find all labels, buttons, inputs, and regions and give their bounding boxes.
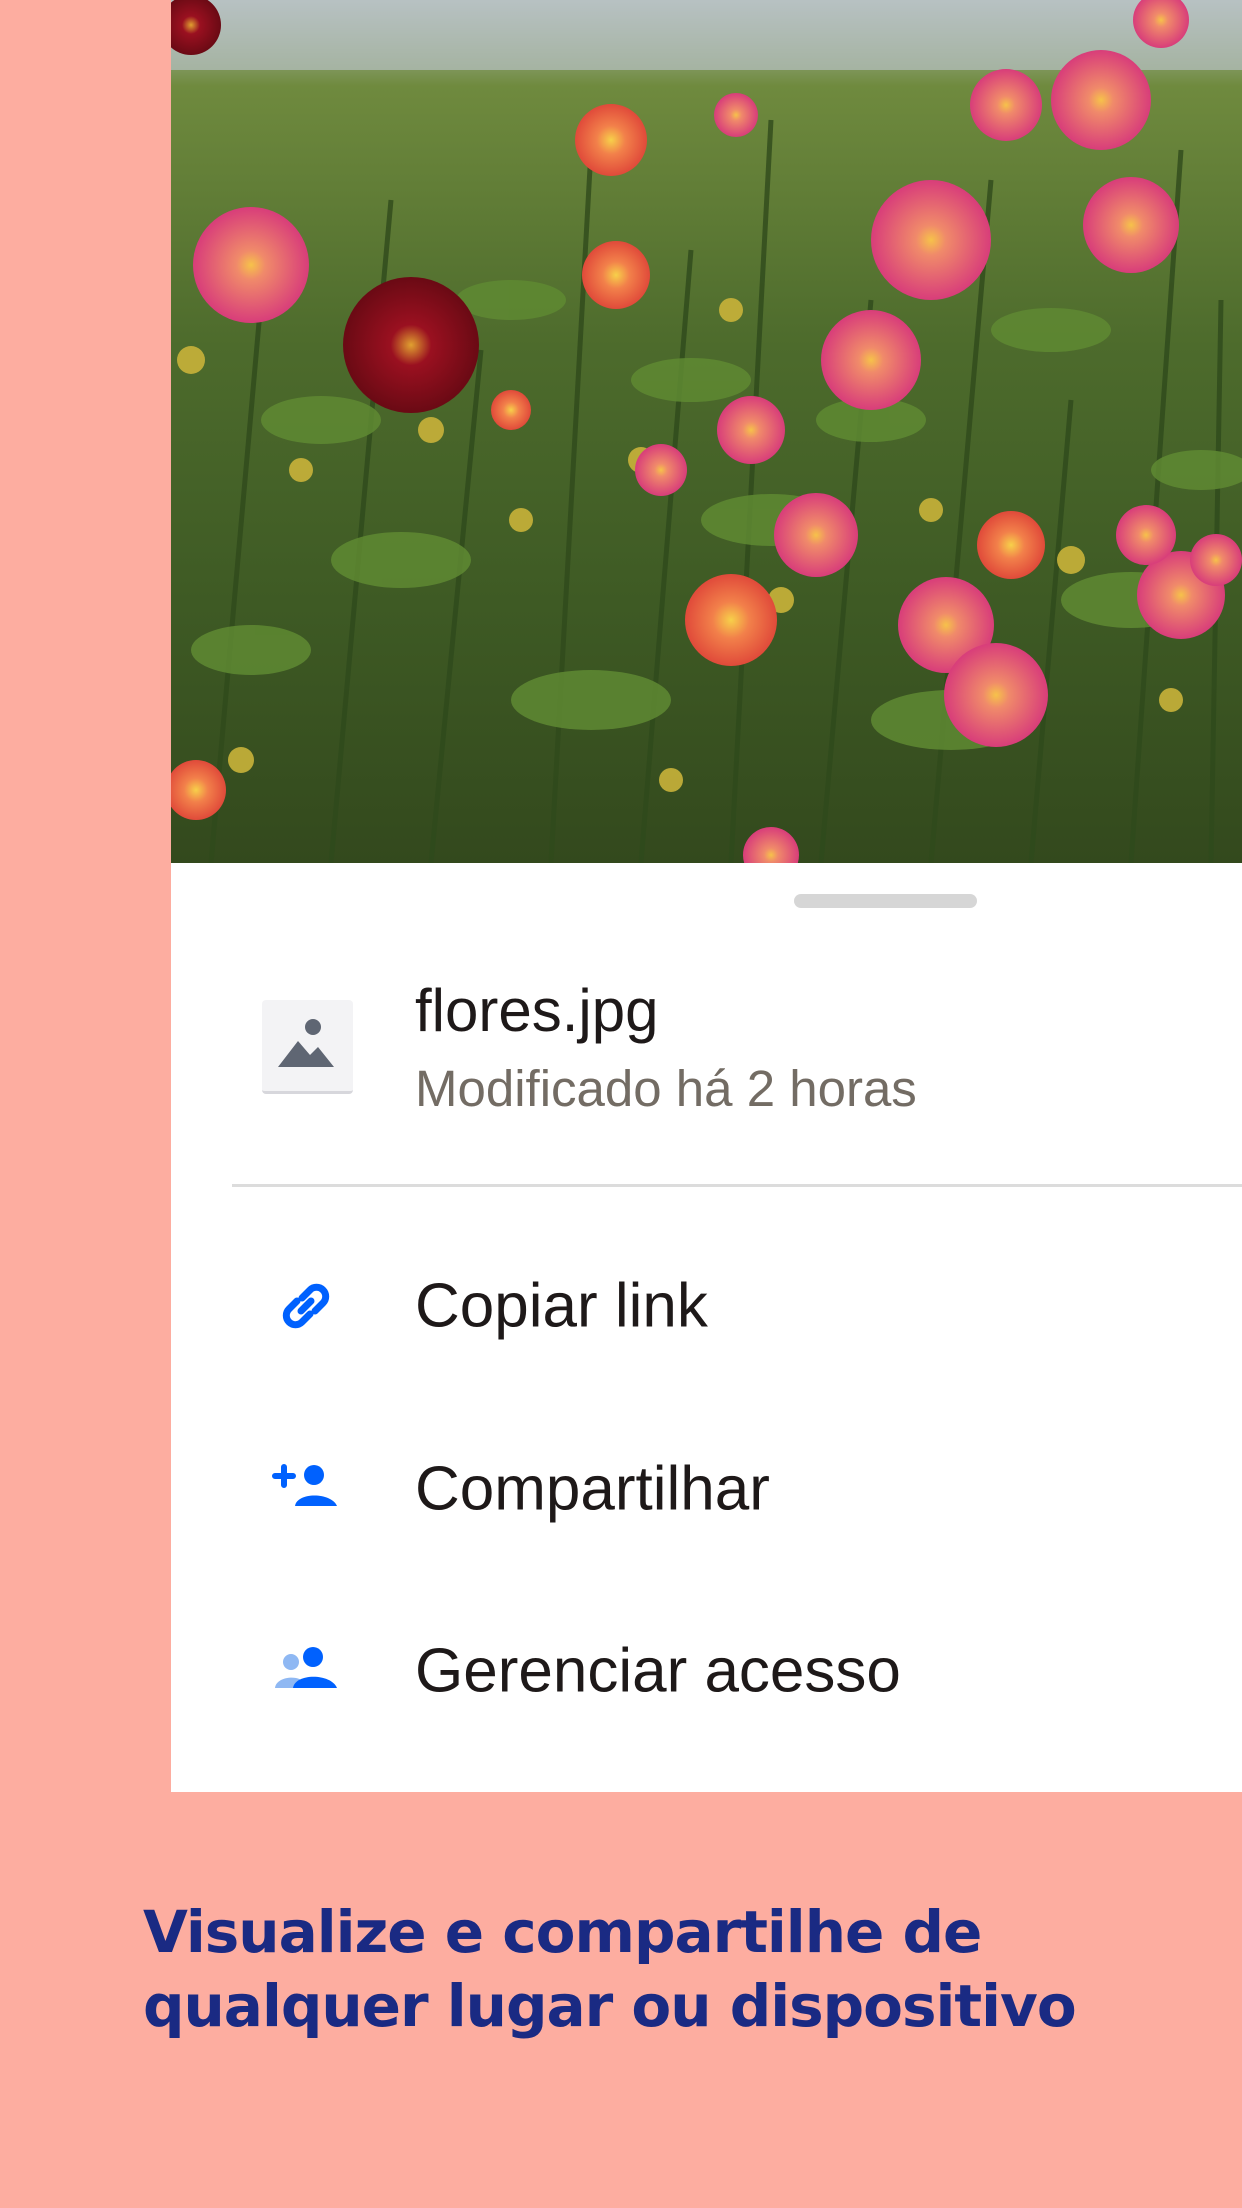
flower-photo-art — [171, 0, 1242, 863]
share-action[interactable]: Compartilhar — [171, 1414, 1242, 1564]
add-person-icon — [272, 1464, 337, 1506]
link-icon — [282, 1283, 330, 1329]
file-name: flores.jpg — [415, 977, 659, 1044]
marketing-tagline: Visualize e compartilhe de qualquer luga… — [143, 1898, 1077, 2040]
image-icon — [278, 1019, 334, 1067]
phone-screen: flores.jpg Modificado há 2 horas Copiar … — [171, 0, 1242, 1792]
sheet-drag-handle[interactable] — [794, 894, 977, 908]
manage-access-action[interactable]: Gerenciar acesso — [171, 1596, 1242, 1746]
manage-access-label: Gerenciar acesso — [415, 1636, 901, 1706]
file-action-sheet: flores.jpg Modificado há 2 horas Copiar … — [171, 863, 1242, 1792]
people-icon — [275, 1647, 337, 1688]
file-modified-time: Modificado há 2 horas — [415, 1060, 917, 1117]
file-thumbnail — [262, 1000, 353, 1094]
copy-link-action[interactable]: Copiar link — [171, 1231, 1242, 1381]
flower-photo — [171, 0, 1242, 863]
copy-link-label: Copiar link — [415, 1271, 708, 1341]
share-label: Compartilhar — [415, 1454, 770, 1524]
divider — [232, 1184, 1242, 1187]
